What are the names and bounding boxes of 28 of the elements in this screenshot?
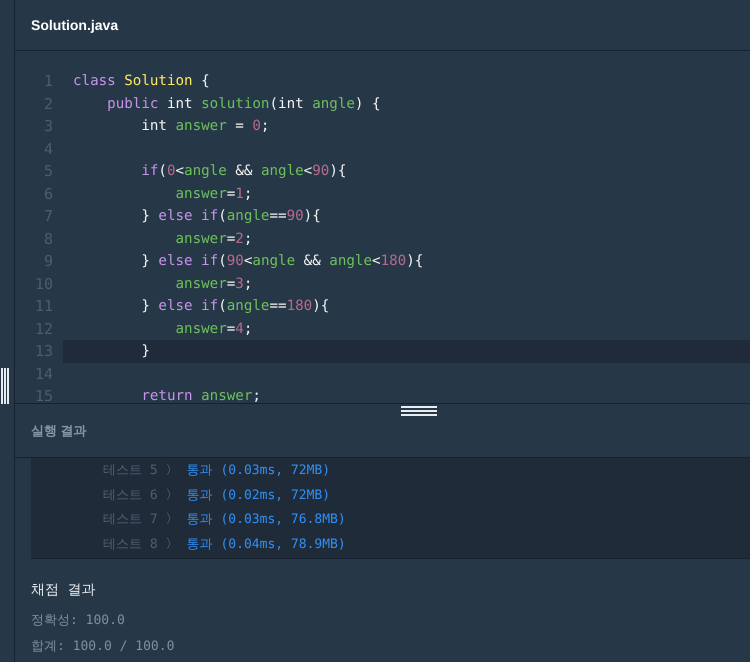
code-line: class Solution { [73,73,210,90]
test-result: 통과 (0.02ms, 72MB) [186,486,330,504]
accuracy-score: 정확성: 100.0 [31,612,126,629]
panel-title: 실행 결과 [31,422,87,440]
code-line: answer=1; [174,186,252,202]
code-line: return answer; [140,388,261,403]
chevron-separator: 〉 [166,462,179,480]
code-line: if(0<angle && angle<90){ [140,163,346,180]
chevron-separator: 〉 [166,486,179,504]
total-score: 합계: 100.0 / 100.0 [31,638,176,655]
code-line: int answer = 0; [140,118,270,134]
test-result: 통과 (0.03ms, 76.8MB) [186,511,346,528]
code-line: } else if(angle==90){ [140,208,321,224]
code-line: public int solution(int angle) { [106,96,381,112]
code-line: answer=4; [174,320,252,337]
code-line: } else if(angle==180){ [140,298,330,314]
chevron-separator: 〉 [166,536,179,553]
code-line: } else if(90<angle && angle<180){ [140,253,424,270]
test-result: 통과 (0.03ms, 72MB) [186,462,330,480]
resize-handle-icon[interactable] [401,406,437,417]
resize-handle-icon[interactable] [1,368,10,404]
code-line: answer=2; [174,230,252,247]
chevron-separator: 〉 [166,511,179,528]
grading-title: 채점 결과 [31,581,96,599]
code-line: answer=3; [174,276,252,292]
file-tab-title[interactable]: Solution.java [31,17,118,33]
code-line: } [140,343,150,360]
test-result: 통과 (0.04ms, 78.9MB) [186,536,346,553]
